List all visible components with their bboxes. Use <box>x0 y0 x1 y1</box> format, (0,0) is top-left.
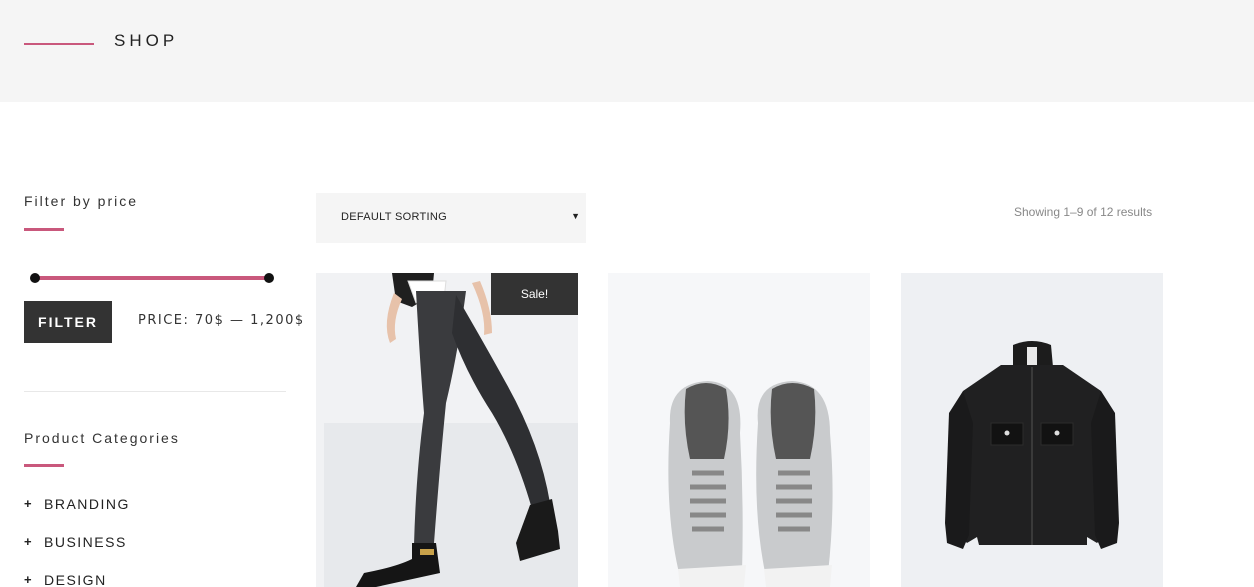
categories-title-accent <box>24 464 64 467</box>
category-item-branding[interactable]: + BRANDING <box>24 496 130 534</box>
price-prefix: PRICE: <box>138 313 190 328</box>
price-max-handle[interactable] <box>264 273 274 283</box>
price-range-slider[interactable] <box>30 272 274 284</box>
price-range-track <box>34 276 270 280</box>
filter-button[interactable]: FILTER <box>24 301 112 343</box>
title-decoration-line <box>24 43 94 45</box>
sale-badge: Sale! <box>491 273 578 315</box>
category-item-business[interactable]: + BUSINESS <box>24 534 130 572</box>
price-range-label: PRICE: 70$ — 1,200$ <box>138 313 305 328</box>
price-separator: — <box>230 313 245 328</box>
price-min-value: 70$ <box>195 313 225 328</box>
plus-icon: + <box>24 496 34 511</box>
black-jacket-image[interactable] <box>901 273 1163 587</box>
dropdown-arrow-icon: ▼ <box>571 211 580 221</box>
page-header: SHOP <box>0 0 1254 102</box>
sneakers-image[interactable] <box>608 273 870 587</box>
category-list: + BRANDING + BUSINESS + DESIGN <box>24 496 130 587</box>
product-card[interactable] <box>608 273 870 587</box>
category-label[interactable]: DESIGN <box>44 572 107 587</box>
sidebar-divider <box>24 391 286 392</box>
results-count: Showing 1–9 of 12 results <box>1014 205 1153 219</box>
price-min-handle[interactable] <box>30 273 40 283</box>
filter-title-accent <box>24 228 64 231</box>
price-max-value: 1,200$ <box>250 313 305 328</box>
filter-price-title: Filter by price <box>24 193 139 209</box>
category-item-design[interactable]: + DESIGN <box>24 572 130 587</box>
page-title: SHOP <box>114 31 179 50</box>
plus-icon: + <box>24 534 34 549</box>
product-categories-title: Product Categories <box>24 430 180 446</box>
jeans-boots-image[interactable] <box>316 273 578 587</box>
category-label[interactable]: BRANDING <box>44 496 130 512</box>
plus-icon: + <box>24 572 34 587</box>
sorting-value: DEFAULT SORTING <box>341 211 447 223</box>
product-card[interactable]: Sale! <box>316 273 578 587</box>
sorting-select[interactable]: DEFAULT SORTING ▼ <box>316 193 586 243</box>
category-label[interactable]: BUSINESS <box>44 534 127 550</box>
product-card[interactable] <box>901 273 1163 587</box>
